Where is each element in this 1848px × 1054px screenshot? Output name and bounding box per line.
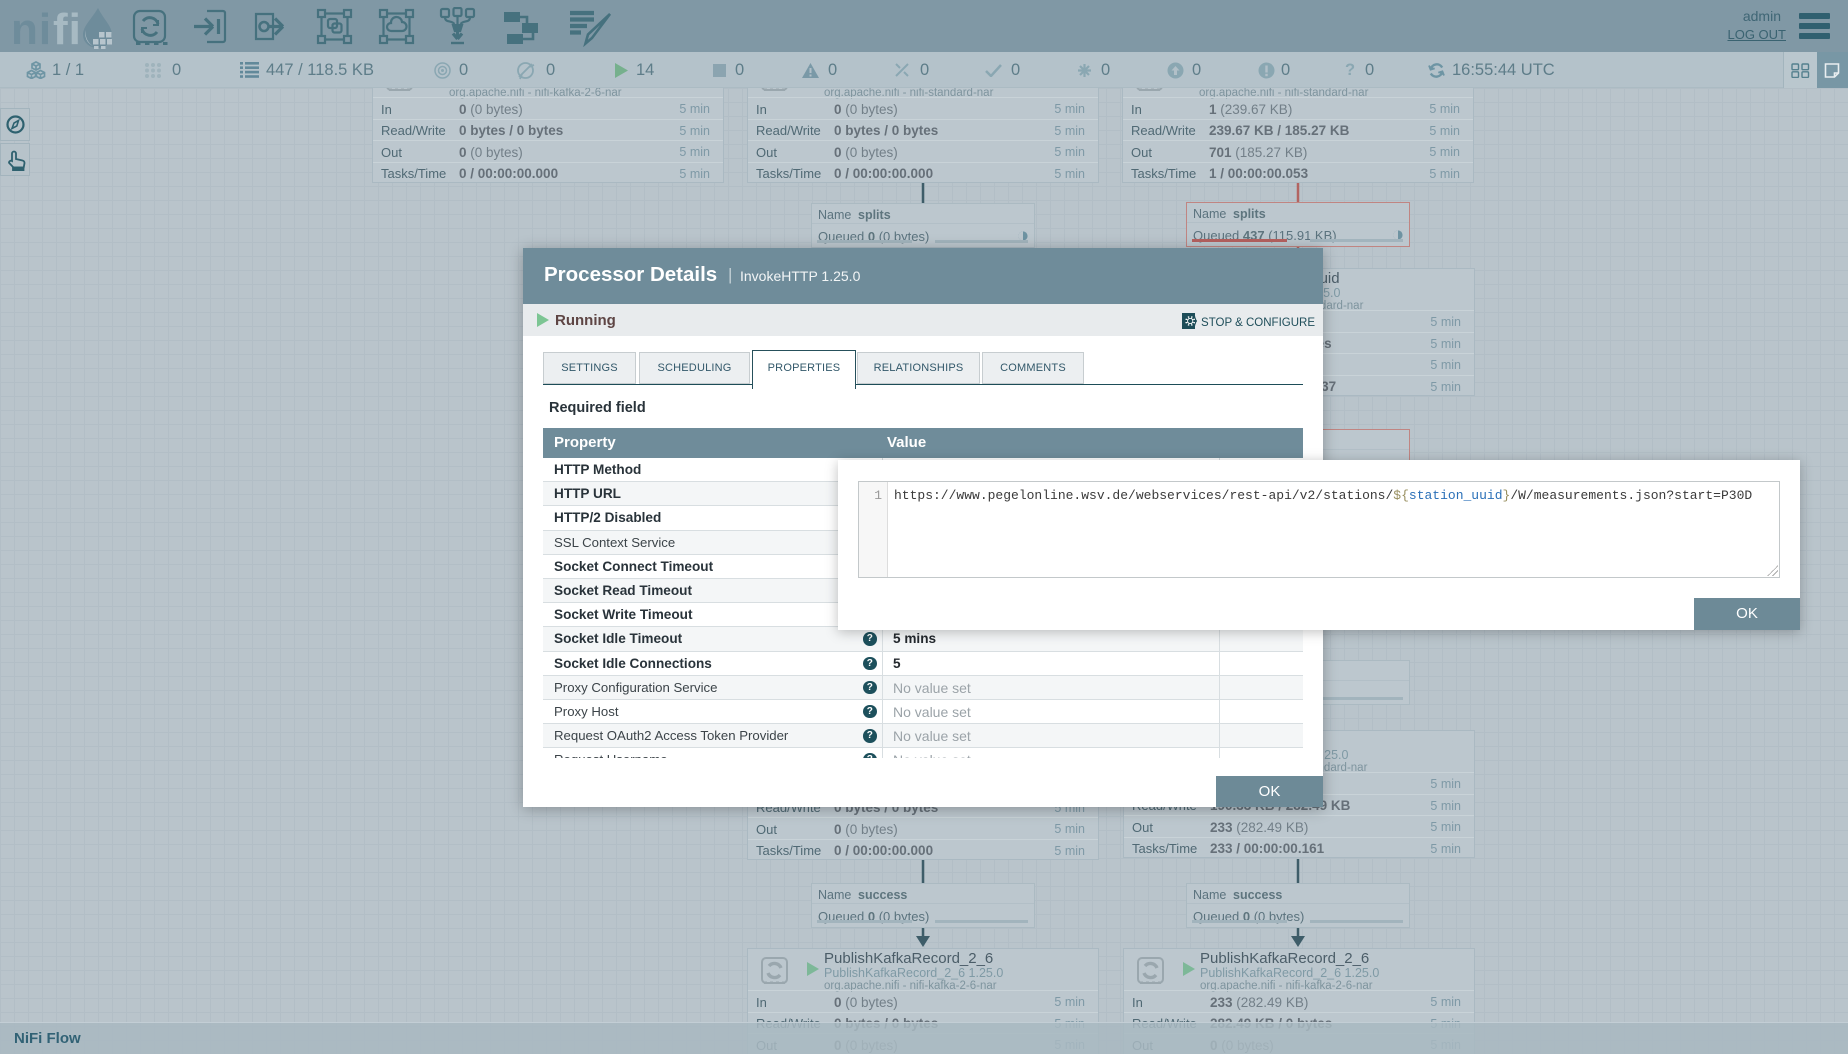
svg-text:fi: fi: [53, 5, 82, 49]
svg-text:ni: ni: [11, 5, 52, 49]
